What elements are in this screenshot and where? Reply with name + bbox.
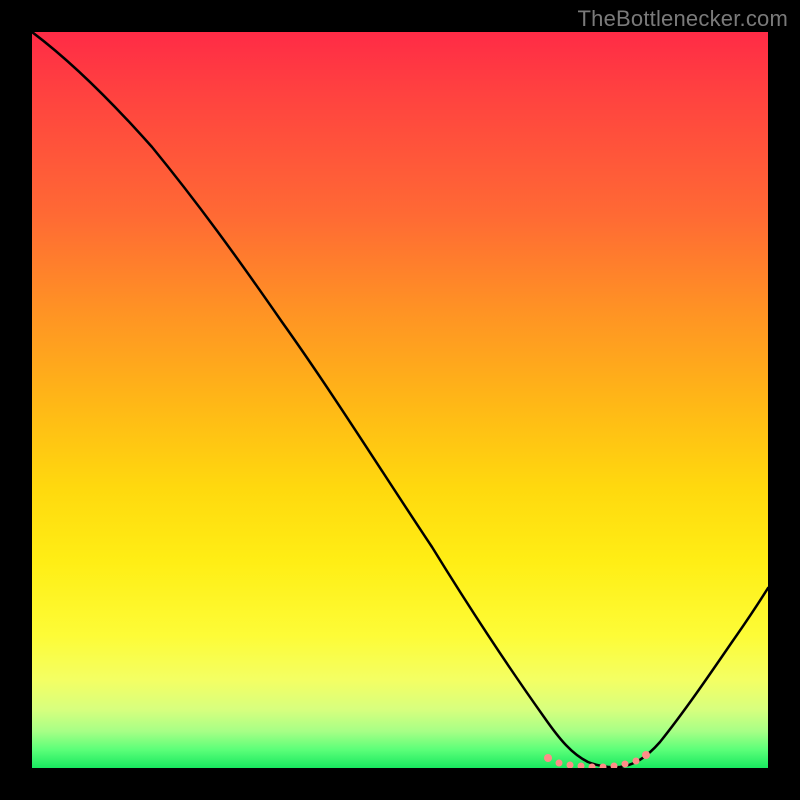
watermark-text: TheBottlenecker.com bbox=[578, 6, 788, 32]
bottleneck-curve bbox=[32, 32, 768, 767]
chart-svg bbox=[32, 32, 768, 768]
chart-frame: TheBottlenecker.com bbox=[0, 0, 800, 800]
plot-area bbox=[32, 32, 768, 768]
